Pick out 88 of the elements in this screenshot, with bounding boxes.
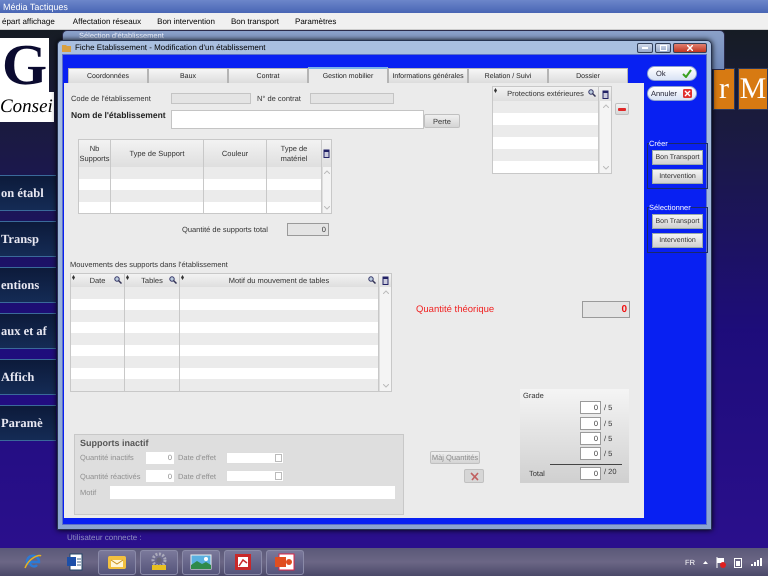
table-row[interactable] — [71, 356, 379, 368]
panel-title: Supports inactif — [80, 438, 150, 448]
scroll-up-icon — [602, 104, 608, 108]
scrollbar[interactable] — [379, 287, 391, 390]
table-row[interactable] — [79, 178, 322, 190]
side-menu-item[interactable]: aux et af — [0, 313, 56, 349]
maximize-icon — [660, 44, 666, 50]
scrollbar[interactable] — [322, 167, 331, 213]
signal-icon[interactable] — [751, 558, 762, 566]
table-row[interactable] — [71, 368, 379, 379]
theoretical-field: 0 — [582, 301, 630, 318]
search-icon — [114, 276, 122, 284]
table-row[interactable] — [71, 333, 379, 344]
delete-icon — [470, 472, 478, 480]
document-icon — [67, 553, 83, 571]
logo-text: G — [0, 38, 50, 92]
app-title: Média Tactiques — [3, 2, 68, 12]
menu-item[interactable]: Bon intervention — [155, 16, 229, 26]
sort-icon — [494, 88, 497, 93]
scroll-up-icon — [382, 290, 388, 294]
calendar-icon — [275, 472, 282, 480]
search-icon — [368, 276, 376, 284]
taskbar-button[interactable] — [266, 550, 304, 574]
sort-icon — [72, 275, 75, 280]
side-menu-item[interactable]: entions — [0, 267, 56, 303]
table-row[interactable] — [493, 101, 599, 113]
table-row[interactable] — [71, 322, 379, 333]
side-menu-item[interactable]: Transp — [0, 221, 56, 257]
scroll-down-icon — [382, 384, 388, 388]
trash-icon — [323, 149, 330, 158]
side-menu-item[interactable]: Affich — [0, 359, 56, 395]
remove-button[interactable] — [615, 103, 629, 115]
logo-tagline: Consei — [0, 92, 54, 122]
close-icon — [683, 89, 692, 98]
field-label: Nom de l'établissement — [71, 110, 167, 120]
taskbar-button[interactable] — [98, 550, 136, 574]
chart-icon — [234, 553, 252, 571]
search-icon — [169, 276, 177, 284]
contract-field[interactable] — [310, 93, 394, 104]
menu-item[interactable]: Bon transport — [228, 16, 293, 26]
maximize-button[interactable] — [655, 42, 671, 52]
taskbar-button[interactable] — [224, 550, 262, 574]
table-row[interactable] — [71, 287, 379, 298]
theoretical-label: Quantité théorique — [416, 304, 496, 315]
battery-icon[interactable] — [734, 556, 743, 568]
minimize-button[interactable] — [637, 42, 653, 52]
scroll-down-icon — [602, 166, 608, 170]
menu-item[interactable]: épart affichage — [0, 16, 71, 26]
calendar-icon — [275, 454, 282, 462]
table-row[interactable] — [71, 298, 379, 310]
gear-icon — [149, 552, 169, 572]
sort-icon — [126, 275, 129, 280]
table-row[interactable] — [71, 310, 379, 322]
scroll-down-icon — [324, 206, 330, 210]
scrollbar[interactable] — [599, 101, 611, 173]
browser-icon — [24, 553, 42, 571]
table-row[interactable] — [79, 167, 322, 178]
trash-icon — [602, 90, 608, 98]
table-row[interactable] — [493, 149, 599, 161]
menu-item[interactable]: Paramètres — [292, 16, 350, 26]
close-button[interactable] — [673, 42, 707, 52]
minus-icon — [618, 108, 626, 110]
minimize-icon — [642, 46, 648, 48]
slides-icon — [275, 553, 295, 571]
name-field[interactable] — [171, 110, 424, 129]
table-row[interactable] — [79, 190, 322, 202]
table-row[interactable] — [493, 125, 599, 137]
picture-icon — [190, 554, 212, 570]
search-icon — [588, 89, 596, 97]
code-field[interactable] — [171, 93, 251, 104]
menu-item[interactable]: Affectation réseaux — [70, 16, 156, 26]
folder-icon — [62, 44, 71, 52]
side-menu-item[interactable]: Paramè — [0, 405, 56, 441]
trash-icon — [382, 276, 388, 285]
sort-icon — [181, 275, 184, 280]
chevron-up-icon[interactable] — [703, 560, 708, 564]
flag-icon[interactable] — [716, 556, 726, 568]
table-row[interactable] — [79, 202, 322, 213]
close-icon — [687, 44, 693, 50]
table-row[interactable] — [71, 379, 379, 390]
side-menu-item[interactable]: on établ — [0, 175, 56, 211]
table-row[interactable] — [71, 344, 379, 356]
check-icon — [682, 69, 692, 78]
scroll-up-icon — [324, 170, 330, 174]
mail-icon — [107, 553, 127, 571]
dialog-title: Fiche Etablissement - Modification d'un établissement — [75, 43, 266, 52]
taskbar-button[interactable] — [182, 550, 220, 574]
status-text: Utilisateur connecte : — [67, 533, 142, 542]
